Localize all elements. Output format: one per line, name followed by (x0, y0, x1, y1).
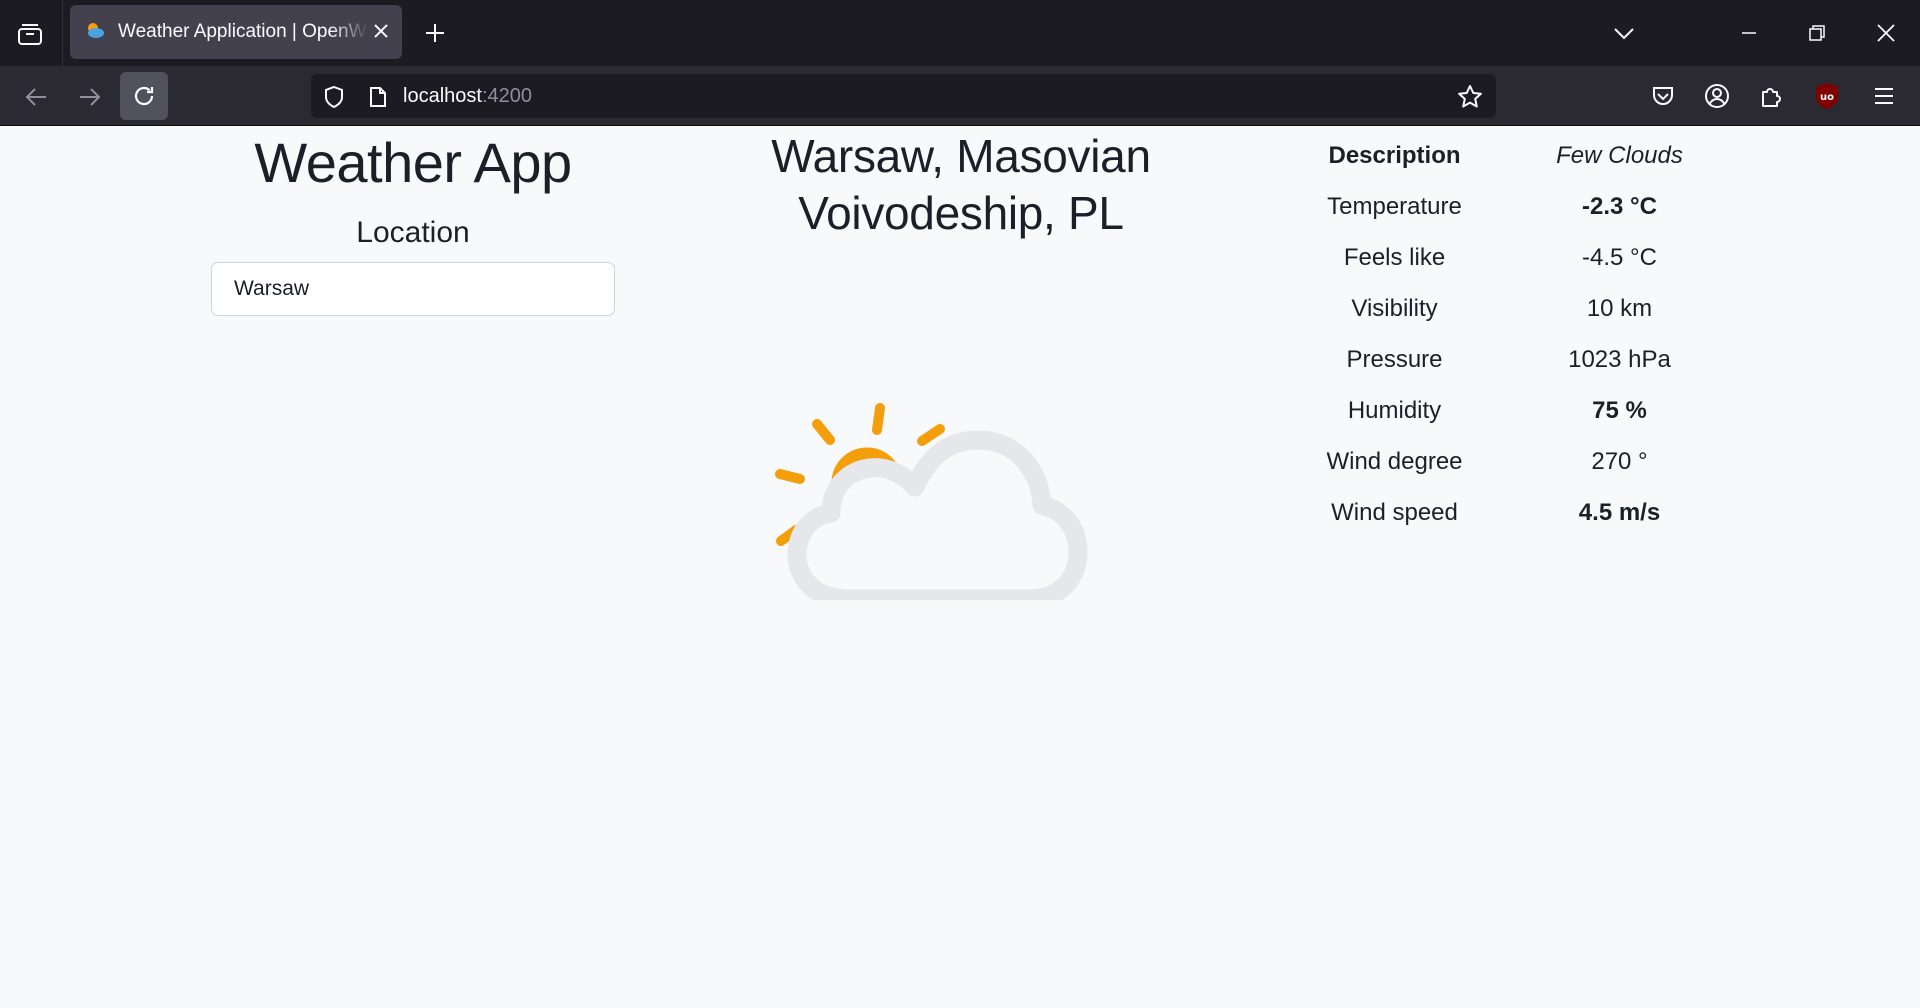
close-window-icon[interactable] (1871, 18, 1901, 48)
table-row: Feels like -4.5 °C (1282, 232, 1732, 283)
wind-speed-value: 4.5 m/s (1578, 498, 1661, 526)
reload-icon (132, 84, 156, 113)
table-row: Description Few Clouds (1282, 130, 1732, 181)
forward-arrow-icon[interactable] (74, 81, 106, 113)
back-arrow-icon[interactable] (20, 81, 52, 113)
humidity-label: Humidity (1347, 396, 1442, 424)
page-info-icon[interactable] (365, 84, 391, 110)
pressure-label: Pressure (1346, 345, 1443, 373)
wind-speed-label: Wind speed (1331, 498, 1458, 526)
wind-degree-value: 270 ° (1591, 447, 1648, 475)
temperature-label: Temperature (1327, 192, 1462, 220)
url-host: localhost (403, 85, 482, 107)
temperature-value: -2.3 °C (1582, 192, 1657, 220)
few-clouds-icon (770, 330, 1130, 609)
app-menu-hamburger-icon[interactable] (1869, 81, 1899, 111)
new-tab-icon[interactable] (420, 18, 450, 48)
city-panel: Warsaw, Masovian Voivodeship, PL (720, 128, 1202, 242)
weather-details-table: Description Few Clouds Temperature -2.3 … (1282, 130, 1732, 538)
table-row: Wind degree 270 ° (1282, 436, 1732, 487)
feels-like-value: -4.5 °C (1582, 243, 1657, 271)
city-name-line-1: Warsaw, Masovian (771, 130, 1151, 182)
visibility-label: Visibility (1351, 294, 1438, 322)
feels-like-label: Feels like (1343, 243, 1446, 271)
table-row: Temperature -2.3 °C (1282, 181, 1732, 232)
pressure-value: 1023 hPa (1568, 345, 1671, 373)
description-label: Description (1328, 141, 1461, 169)
tab-title: Weather Application | OpenWeather (118, 21, 368, 42)
wind-degree-label: Wind degree (1326, 447, 1463, 475)
extensions-puzzle-icon[interactable] (1756, 81, 1786, 111)
visibility-value: 10 km (1586, 294, 1653, 322)
table-row: Visibility 10 km (1282, 283, 1732, 334)
bookmark-star-icon[interactable] (1456, 83, 1484, 111)
svg-text:uo: uo (1820, 92, 1834, 103)
close-tab-icon[interactable] (370, 20, 392, 47)
address-bar[interactable]: localhost:4200 (311, 74, 1496, 118)
account-icon[interactable] (1702, 81, 1732, 111)
description-value: Few Clouds (1556, 141, 1683, 169)
search-panel: Weather App Location (211, 130, 615, 316)
pocket-icon[interactable] (1648, 81, 1678, 111)
tracking-protection-shield-icon[interactable] (321, 84, 347, 110)
weather-details-panel: Description Few Clouds Temperature -2.3 … (1282, 130, 1732, 538)
ublock-origin-icon[interactable]: uo (1811, 80, 1843, 112)
table-row: Humidity 75 % (1282, 385, 1732, 436)
browser-tab-bar: Weather Application | OpenWeather (0, 0, 1920, 66)
minimize-window-icon[interactable] (1734, 18, 1764, 48)
app-title: Weather App (254, 131, 572, 194)
reload-button[interactable] (120, 72, 168, 120)
location-input[interactable] (211, 262, 615, 316)
url-port: :4200 (481, 85, 532, 107)
browser-nav-bar: localhost:4200 uo (0, 66, 1920, 126)
tab-overview-icon[interactable] (14, 18, 46, 50)
list-all-tabs-chevron-down-icon[interactable] (1609, 18, 1639, 48)
restore-window-icon[interactable] (1802, 18, 1832, 48)
humidity-value: 75 % (1592, 396, 1647, 424)
table-row: Wind speed 4.5 m/s (1282, 487, 1732, 538)
location-label: Location (356, 216, 470, 249)
city-name-line-2: Voivodeship, PL (798, 187, 1124, 239)
tabbar-separator (62, 0, 63, 66)
url-text[interactable]: localhost:4200 (403, 74, 532, 118)
table-row: Pressure 1023 hPa (1282, 334, 1732, 385)
active-tab[interactable]: Weather Application | OpenWeather (70, 5, 402, 59)
favicon-weather-icon (84, 20, 106, 45)
